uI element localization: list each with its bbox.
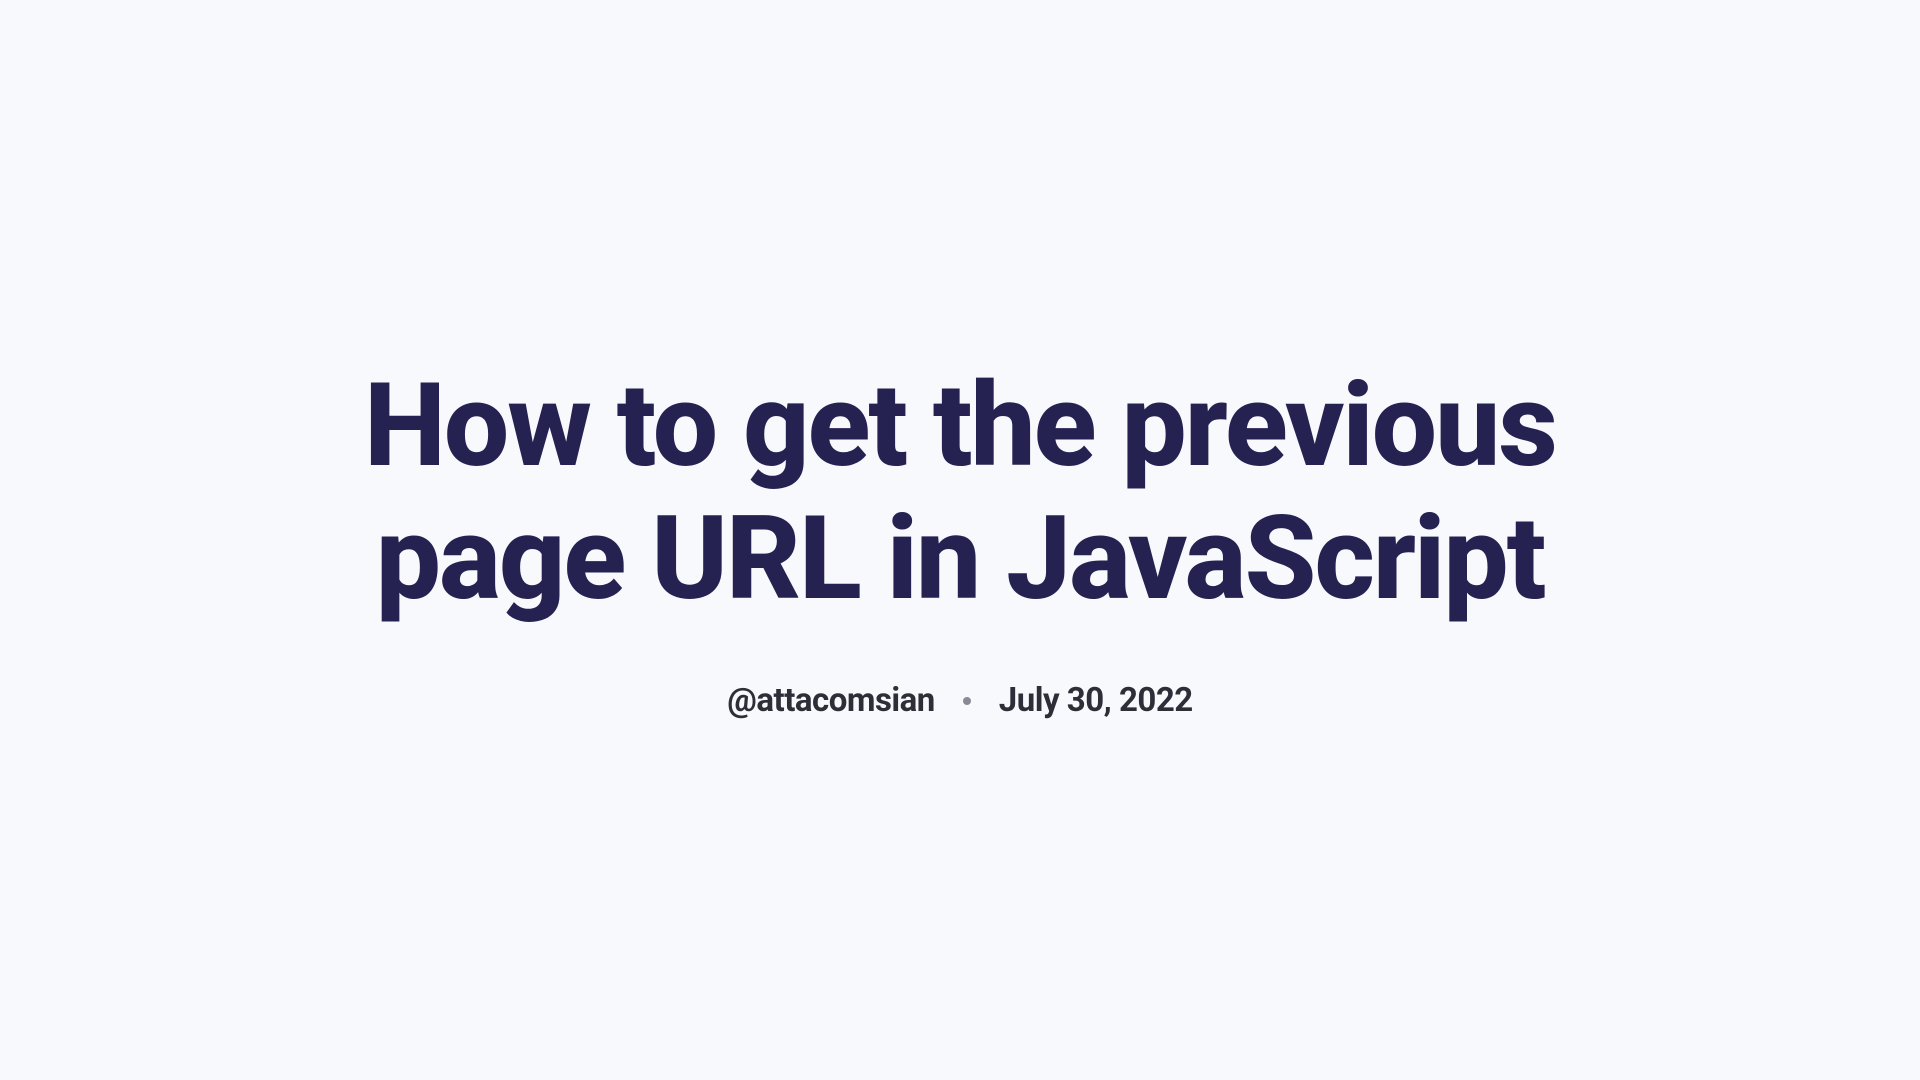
author-handle: @attacomsian: [727, 681, 935, 720]
publish-date: July 30, 2022: [999, 681, 1193, 720]
article-title: How to get the previous page URL in Java…: [260, 360, 1660, 627]
bullet-separator-icon: [963, 697, 971, 705]
article-meta: @attacomsian July 30, 2022: [727, 681, 1192, 720]
content-container: How to get the previous page URL in Java…: [260, 360, 1660, 721]
